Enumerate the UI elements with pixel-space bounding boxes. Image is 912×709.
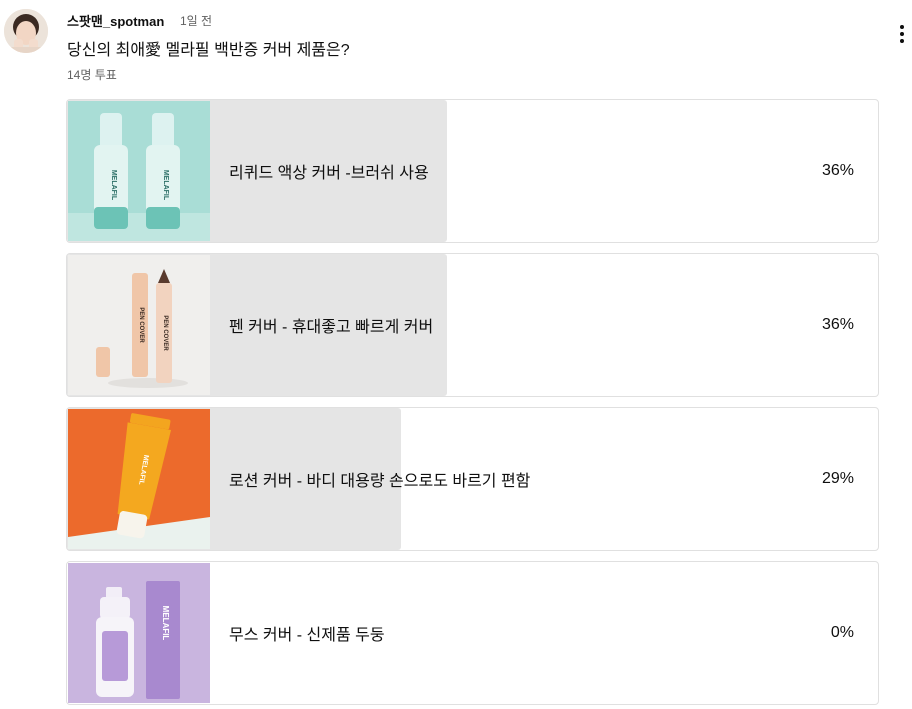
brand-text: MELAFIL (162, 170, 169, 201)
option-percent: 36% (821, 162, 854, 179)
lotion-cover-image: MELAFIL (68, 409, 210, 549)
more-vert-icon[interactable] (894, 22, 910, 46)
poll-question: 당신의 최애愛 멜라필 백반증 커버 제품은? (67, 42, 350, 59)
pen-label-text: PEN COVER (138, 307, 144, 343)
option-label: 로션 커버 - 바디 대용량 손으로도 바르기 편함 (229, 473, 531, 490)
poll-option-mousse[interactable]: MELAFIL 무스 커버 - 신제품 두둥 0% (66, 561, 879, 705)
poll-option-liquid[interactable]: MELAFIL MELAFIL 리퀴드 액상 커버 -브러쉬 사용 36% (66, 99, 879, 243)
vote-count: 14명 투표 (67, 68, 117, 82)
author-name[interactable]: 스팟맨_spotman (67, 11, 164, 30)
option-label: 무스 커버 - 신제품 두둥 (229, 627, 385, 644)
post-time[interactable]: 1일 전 (180, 12, 212, 29)
pen-label-text: PEN COVER (162, 315, 168, 351)
poll-option-lotion[interactable]: MELAFIL 로션 커버 - 바디 대용량 손으로도 바르기 편함 29% (66, 407, 879, 551)
brand-text: MELAFIL (110, 170, 117, 201)
pen-cover-image: PEN COVER PEN COVER (68, 255, 210, 395)
option-label: 펜 커버 - 휴대좋고 빠르게 커버 (229, 319, 434, 336)
avatar[interactable] (4, 9, 48, 53)
profile-photo-icon (4, 9, 48, 53)
mousse-cover-image: MELAFIL (68, 563, 210, 703)
poll-option-pen[interactable]: PEN COVER PEN COVER 펜 커버 - 휴대좋고 빠르게 커버 3… (66, 253, 879, 397)
brand-text: MELAFIL (161, 606, 170, 641)
option-percent: 0% (830, 624, 854, 641)
liquid-cover-image: MELAFIL MELAFIL (68, 101, 210, 241)
option-percent: 36% (821, 316, 854, 333)
option-label: 리퀴드 액상 커버 -브러쉬 사용 (229, 165, 429, 182)
option-percent: 29% (821, 470, 854, 487)
